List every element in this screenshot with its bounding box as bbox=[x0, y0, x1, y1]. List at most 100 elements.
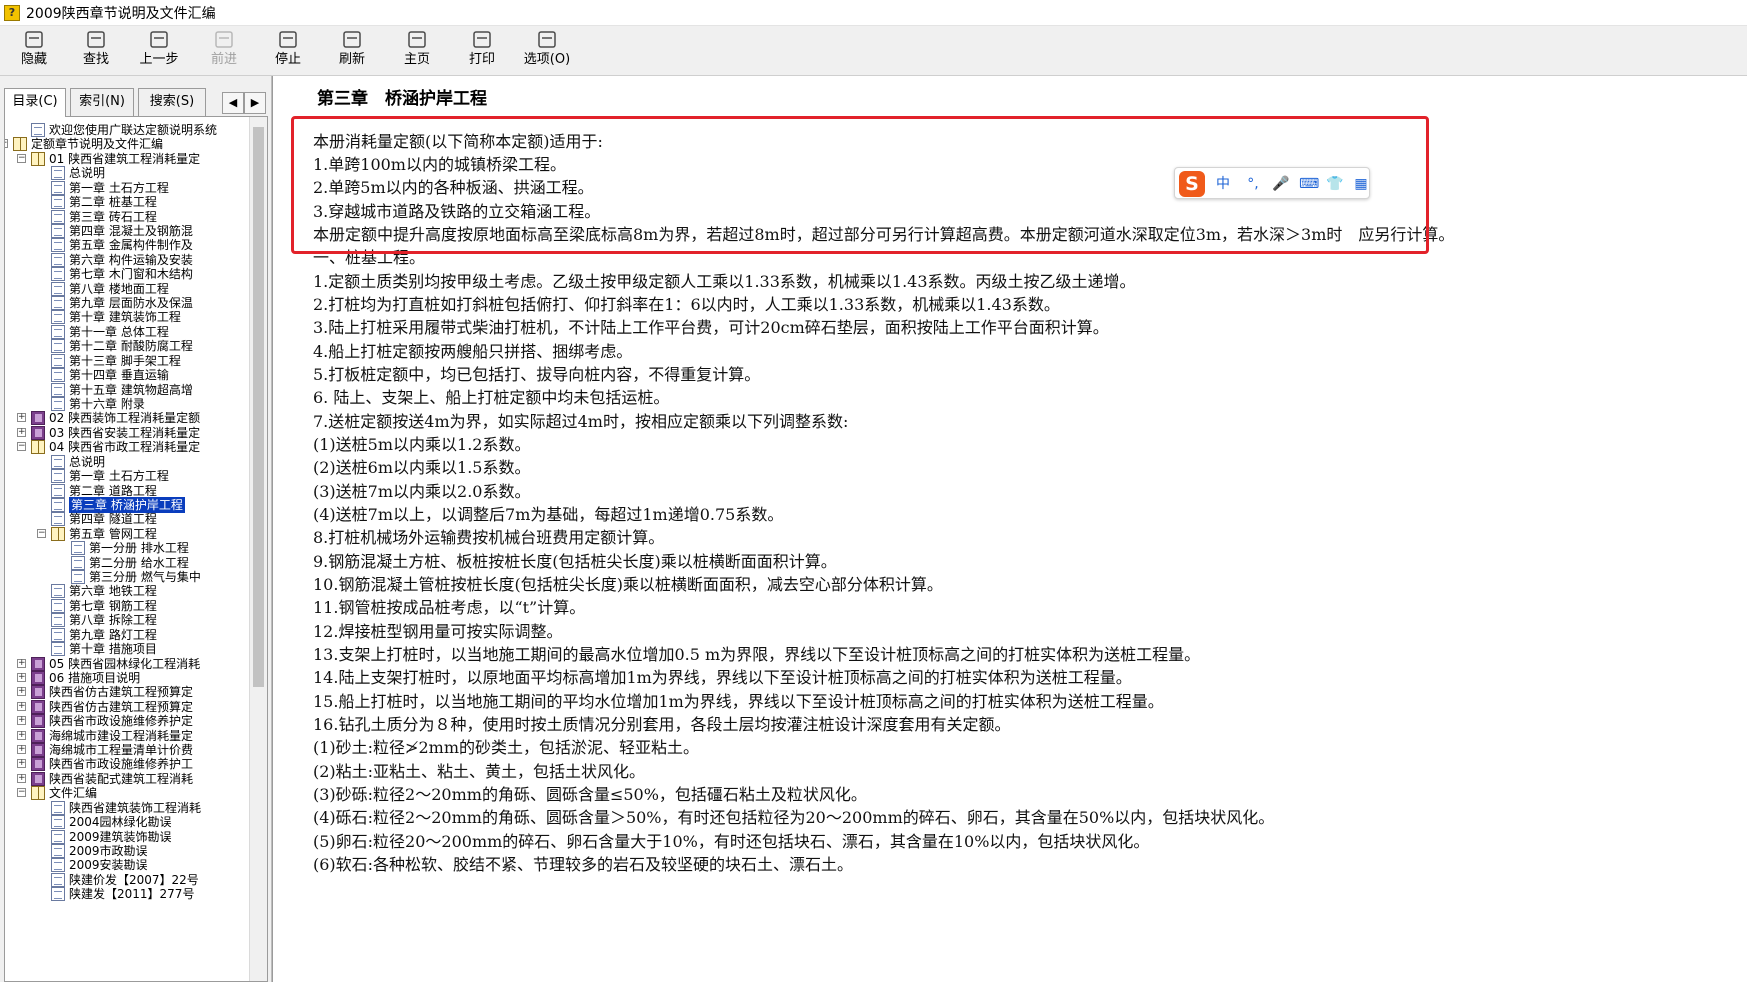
microphone-icon[interactable]: 🎤 bbox=[1271, 174, 1291, 194]
page-icon bbox=[51, 382, 65, 397]
chinese-mode-icon[interactable]: 中 bbox=[1213, 174, 1233, 194]
page-icon bbox=[51, 454, 65, 469]
page-icon bbox=[71, 555, 85, 570]
toolbar-button-label: 查找 bbox=[82, 52, 109, 67]
expand-toggle-icon[interactable]: + bbox=[17, 687, 26, 697]
open-book-icon bbox=[31, 786, 45, 801]
contents-tree-panel: 欢迎您使用广联达定额说明系统−定额章节说明及文件汇编−01 陕西省建筑工程消耗量… bbox=[4, 116, 268, 982]
expand-toggle-icon[interactable]: + bbox=[17, 745, 26, 755]
back-arrow-icon bbox=[148, 30, 170, 50]
closed-book-icon bbox=[31, 685, 45, 700]
content-paragraph: 15.船上打桩时，以当地施工期间的平均水位增加1m为界线，界线以下至设计桩顶标高… bbox=[313, 692, 1164, 711]
page-icon bbox=[51, 166, 65, 181]
home-icon bbox=[406, 30, 428, 50]
closed-book-icon bbox=[31, 743, 45, 758]
content-paragraph: 10.钢筋混凝土管桩按桩长度(包括桩尖长度)乘以桩横断面面积，减去空心部分体积计… bbox=[313, 575, 943, 594]
page-icon bbox=[51, 858, 65, 873]
hide-icon bbox=[23, 30, 45, 50]
page-icon bbox=[51, 627, 65, 642]
nav-tabs: 目录(C) 索引(N) 搜索(S) ◀ ▶ bbox=[4, 88, 268, 117]
toolbar-button-label: 主页 bbox=[403, 52, 430, 67]
tab-scroll-left-button[interactable]: ◀ bbox=[222, 92, 244, 114]
toolbar-button-8[interactable]: 选项(O) bbox=[517, 28, 577, 74]
toolbar-button-1[interactable]: 查找 bbox=[66, 28, 126, 74]
content-paragraph: (4)砾石:粒径2～20mm的角砾、圆砾含量＞50%，有时还包括粒径为20～20… bbox=[313, 808, 1275, 827]
page-icon bbox=[51, 252, 65, 267]
toolbar-button-label: 上一步 bbox=[139, 52, 179, 67]
page-icon bbox=[51, 613, 65, 628]
page-icon bbox=[51, 844, 65, 858]
closed-book-icon bbox=[31, 670, 45, 685]
page-icon bbox=[51, 180, 65, 195]
page-icon bbox=[51, 598, 65, 613]
content-paragraph: 14.陆上支架打桩时，以原地面平均标高增加1m为界线，界线以下至设计桩顶标高之间… bbox=[313, 668, 1132, 687]
toolbar-button-label: 打印 bbox=[468, 52, 495, 67]
tree-item-label: 陕建发【2011】277号 bbox=[69, 887, 195, 902]
collapse-toggle-icon[interactable]: − bbox=[17, 153, 26, 163]
page-icon bbox=[51, 339, 65, 354]
expand-toggle-icon[interactable]: + bbox=[17, 759, 26, 769]
expand-toggle-icon[interactable]: + bbox=[17, 672, 26, 682]
expand-toggle-icon[interactable]: + bbox=[17, 427, 26, 437]
closed-book-icon bbox=[31, 699, 45, 714]
page-icon bbox=[51, 223, 65, 238]
page-icon bbox=[51, 512, 65, 527]
find-icon bbox=[85, 30, 107, 50]
toolbox-icon[interactable]: ▦ bbox=[1351, 174, 1371, 194]
page-icon bbox=[51, 483, 65, 498]
punctuation-icon[interactable]: °, bbox=[1243, 174, 1263, 194]
open-book-icon bbox=[31, 151, 45, 166]
tab-2[interactable]: 搜索(S) bbox=[138, 88, 206, 116]
toolbar-button-label: 刷新 bbox=[338, 52, 365, 67]
refresh-icon bbox=[341, 30, 363, 50]
tree-scrollbar-thumb[interactable] bbox=[253, 127, 264, 687]
page-icon bbox=[51, 469, 65, 484]
content-paragraph: (4)送桩7m以上，以调整后7m为基础，每超过1m递增0.75系数。 bbox=[313, 505, 784, 524]
content-paragraph: (1)砂土:粒径≯2mm的砂类土，包括淤泥、轻亚粘土。 bbox=[313, 738, 699, 757]
tab-0[interactable]: 目录(C) bbox=[4, 88, 66, 117]
closed-book-icon bbox=[31, 425, 45, 440]
keyboard-icon[interactable]: ⌨ bbox=[1299, 174, 1319, 194]
closed-book-icon bbox=[31, 728, 45, 743]
toolbar-button-6[interactable]: 主页 bbox=[387, 28, 447, 74]
page-icon bbox=[51, 642, 65, 657]
stop-icon bbox=[277, 30, 299, 50]
tree-scrollbar[interactable] bbox=[249, 117, 267, 981]
collapse-toggle-icon[interactable]: − bbox=[37, 528, 46, 538]
toolbar-button-4[interactable]: 停止 bbox=[258, 28, 318, 74]
page-icon bbox=[51, 584, 65, 599]
page-icon bbox=[51, 195, 65, 210]
app-help-icon: ? bbox=[4, 4, 20, 21]
expand-toggle-icon[interactable]: + bbox=[17, 730, 26, 740]
expand-toggle-icon[interactable]: + bbox=[17, 701, 26, 711]
toolbar-button-2[interactable]: 上一步 bbox=[129, 28, 189, 74]
toolbar-button-7[interactable]: 打印 bbox=[452, 28, 512, 74]
page-icon bbox=[71, 570, 85, 585]
skin-icon[interactable]: 👕 bbox=[1325, 174, 1345, 194]
tab-scroll-right-button[interactable]: ▶ bbox=[244, 92, 266, 114]
content-paragraph: 1.定额土质类别均按甲级土考虑。乙级土按甲级定额人工乘以1.33系数，机械乘以1… bbox=[313, 272, 1136, 291]
content-paragraph: (3)送桩7m以内乘以2.0系数。 bbox=[313, 482, 531, 501]
collapse-toggle-icon[interactable]: − bbox=[5, 139, 8, 149]
closed-book-icon bbox=[31, 771, 45, 786]
collapse-toggle-icon[interactable]: − bbox=[17, 788, 26, 798]
tab-1[interactable]: 索引(N) bbox=[70, 88, 134, 116]
toolbar-button-label: 前进 bbox=[210, 52, 237, 67]
content-paragraph: (3)砂砾:粒径2～20mm的角砾、圆砾含量≤50%，包括礓石粘土及粒状风化。 bbox=[313, 785, 867, 804]
expand-toggle-icon[interactable]: + bbox=[17, 716, 26, 726]
forward-arrow-icon bbox=[213, 30, 235, 50]
tree-item[interactable]: 陕建发【2011】277号 bbox=[5, 886, 249, 902]
closed-book-icon bbox=[31, 757, 45, 772]
toolbar-button-5[interactable]: 刷新 bbox=[322, 28, 382, 74]
sogou-logo-icon[interactable]: S bbox=[1179, 171, 1205, 197]
toolbar-button-0[interactable]: 隐藏 bbox=[4, 28, 64, 74]
content-paragraph: 3.陆上打桩采用履带式柴油打桩机，不计陆上工作平台费，可计20cm碎石垫层，面积… bbox=[313, 318, 1109, 337]
title-bar: ? 2009陕西章节说明及文件汇编 bbox=[0, 0, 1747, 26]
expand-toggle-icon[interactable]: + bbox=[17, 773, 26, 783]
content-paragraph: (1)送桩5m以内乘以1.2系数。 bbox=[313, 435, 531, 454]
expand-toggle-icon[interactable]: + bbox=[17, 658, 26, 668]
collapse-toggle-icon[interactable]: − bbox=[17, 442, 26, 452]
page-icon bbox=[51, 281, 65, 296]
content-paragraph: 11.钢管桩按成品桩考虑，以“t”计算。 bbox=[313, 598, 586, 617]
expand-toggle-icon[interactable]: + bbox=[17, 413, 26, 423]
